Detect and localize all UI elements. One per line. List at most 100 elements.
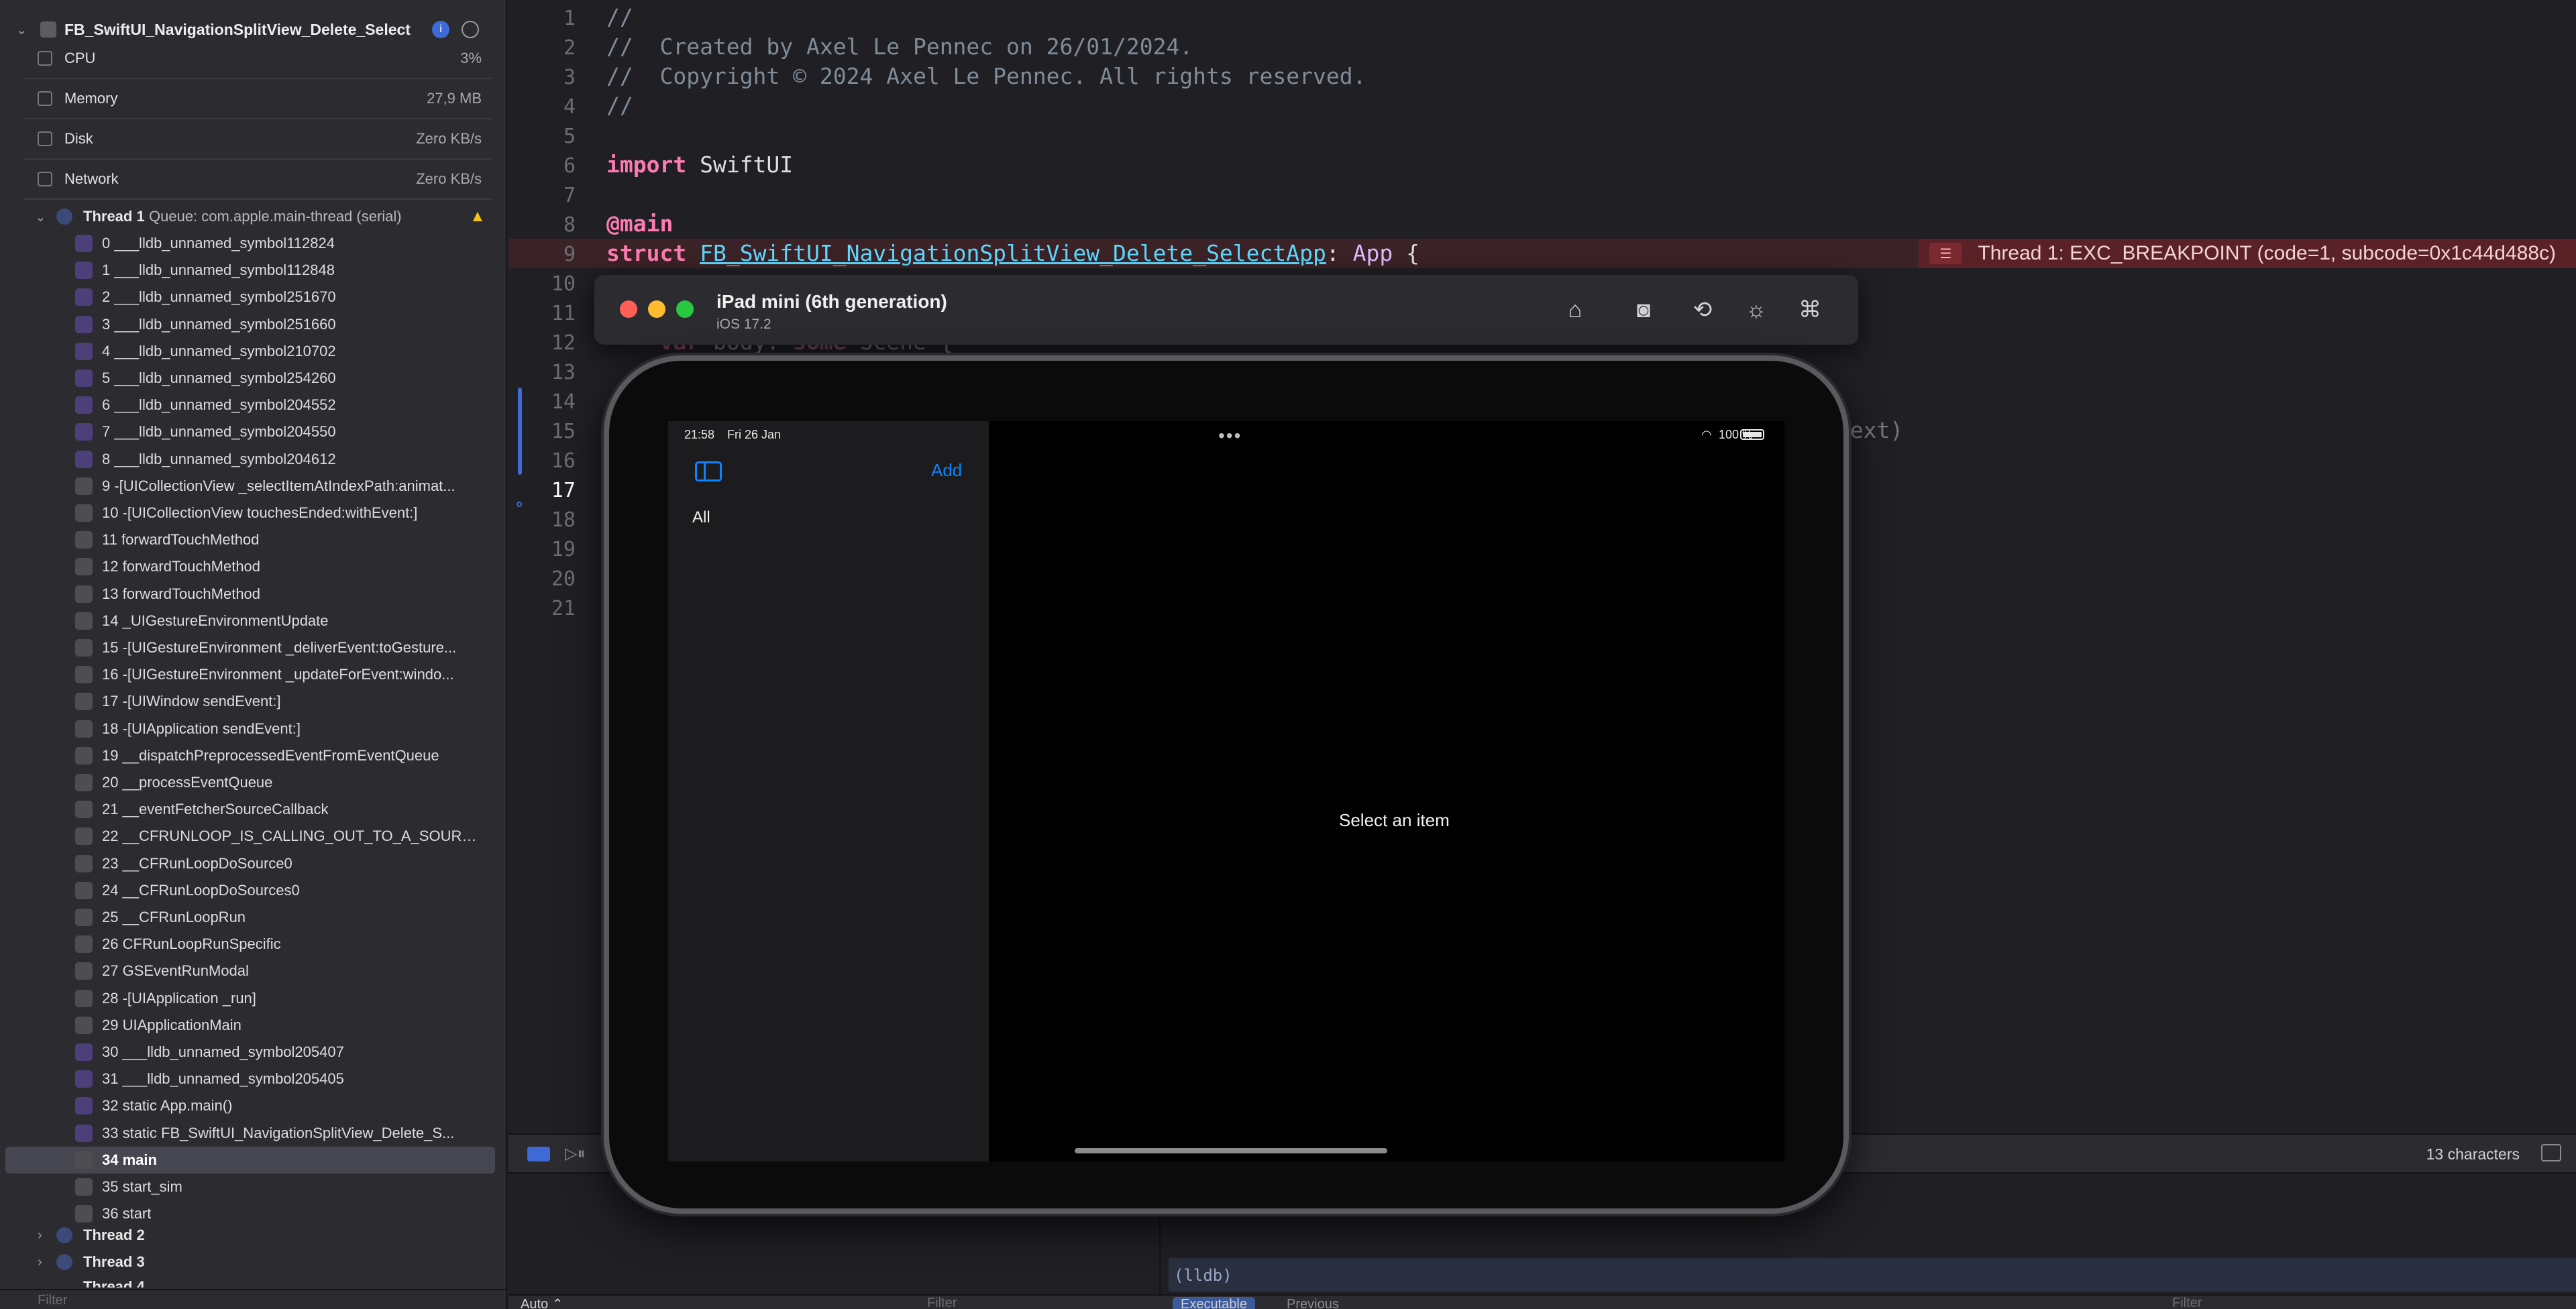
line-number: 14 [551,390,576,414]
stack-frame-row[interactable]: 34 main [5,1147,495,1174]
stack-frame-row[interactable]: 8 ___lldb_unnamed_symbol204612 [0,446,496,473]
stack-frame-row[interactable]: 17 -[UIWindow sendEvent:] [0,688,496,715]
disk-icon [38,131,52,146]
stack-frame-row[interactable]: 16 -[UIGestureEnvironment _updateForEven… [0,661,496,688]
line-number: 19 [551,538,576,561]
tab-executable[interactable]: Executable [1173,1297,1255,1309]
frame-label: 7 ___lldb_unnamed_symbol204550 [102,423,336,440]
stack-frame-row[interactable]: 19 __dispatchPreprocessedEventFromEventQ… [0,742,496,769]
stack-frame-row[interactable]: 15 -[UIGestureEnvironment _deliverEvent:… [0,634,496,661]
code-line: import SwiftUI [606,152,794,178]
gauge-network[interactable]: Network Zero KB/s [0,169,506,189]
stack-frame-row[interactable]: 7 ___lldb_unnamed_symbol204550 [0,418,496,445]
stack-frame-row[interactable]: 31 ___lldb_unnamed_symbol205405 [0,1066,496,1092]
frame-icon [75,531,93,549]
line-number: 21 [551,597,576,620]
stack-frame-row[interactable]: 32 static App.main() [0,1092,496,1119]
panel-layout-icon[interactable] [2541,1144,2561,1161]
gauge-cpu[interactable]: CPU 3% [0,48,506,68]
stack-frame-row[interactable]: 4 ___lldb_unnamed_symbol210702 [0,338,496,365]
stack-frame-row[interactable]: 22 __CFRUNLOOP_IS_CALLING_OUT_TO_A_SOURC… [0,823,496,850]
divider [23,118,492,119]
stack-frame-row[interactable]: 2 ___lldb_unnamed_symbol251670 [0,284,496,310]
stack-frame-row[interactable]: 5 ___lldb_unnamed_symbol254260 [0,365,496,392]
home-icon[interactable]: ⌂ [1560,295,1590,325]
variables-filter[interactable]: Filter [927,1296,957,1309]
stack-frame-row[interactable]: 10 -[UICollectionView touchesEnded:withE… [0,500,496,526]
thread-4-row[interactable]: Thread 4 [0,1274,506,1288]
chevron-down-icon[interactable]: ⌄ [16,21,28,38]
stack-frame-row[interactable]: 27 GSEventRunModal [0,958,496,984]
process-row[interactable]: ⌄ FB_SwiftUI_NavigationSplitView_Delete_… [0,16,506,43]
minimize-button[interactable] [648,300,665,318]
stack-frame-row[interactable]: 13 forwardTouchMethod [0,581,496,608]
stack-frame-row[interactable]: 6 ___lldb_unnamed_symbol204552 [0,392,496,418]
gauge-label: Disk [64,130,93,147]
stack-frame-row[interactable]: 29 UIApplicationMain [0,1012,496,1039]
frame-icon [75,343,93,360]
frame-icon [75,369,93,387]
stack-frame-row[interactable]: 26 CFRunLoopRunSpecific [0,931,496,958]
navigator-filter[interactable]: Filter [38,1293,67,1308]
frame-icon [75,747,93,764]
sidebar-toggle-icon[interactable] [695,461,722,481]
stack-frame-row[interactable]: 12 forwardTouchMethod [0,553,496,580]
thread-1-row[interactable]: ⌄ Thread 1 Queue: com.apple.main-thread … [0,203,506,230]
stack-frame-row[interactable]: 21 __eventFetcherSourceCallback [0,796,496,823]
multitasking-dots-icon[interactable]: ••• [1218,425,1242,447]
stack-frame-row[interactable]: 14 _UIGestureEnvironmentUpdate [0,608,496,634]
frame-label: 17 -[UIWindow sendEvent:] [102,693,281,709]
stack-frame-row[interactable]: 0 ___lldb_unnamed_symbol112824 [0,230,496,257]
stack-frame-row[interactable]: 25 __CFRunLoopRun [0,904,496,931]
stack-frame-row[interactable]: 9 -[UICollectionView _selectItemAtIndexP… [0,473,496,500]
chevron-right-icon[interactable]: › [38,1228,42,1243]
list-item-all[interactable]: All [692,508,710,527]
stack-frame-row[interactable]: 24 __CFRunLoopDoSources0 [0,877,496,904]
frame-label: 1 ___lldb_unnamed_symbol112848 [102,262,335,278]
chevron-down-icon[interactable]: ⌄ [35,209,46,225]
keyboard-icon[interactable]: ⌘ [1795,295,1825,325]
stack-frame-row[interactable]: 33 static FB_SwiftUI_NavigationSplitView… [0,1120,496,1147]
stack-frame-row[interactable]: 3 ___lldb_unnamed_symbol251660 [0,311,496,338]
line-number: 3 [563,66,576,89]
console-filter[interactable]: Filter [2172,1296,2202,1309]
zoom-button[interactable] [676,300,694,318]
stack-frame-row[interactable]: 35 start_sim [0,1174,496,1200]
frame-icon [75,801,93,818]
device-screen[interactable]: 21:58 Fri 26 Jan Add All ••• ◠ 100 % Sel… [668,421,1784,1161]
frame-icon [75,720,93,738]
breakpoints-toggle[interactable] [527,1147,550,1161]
gauge-disk[interactable]: Disk Zero KB/s [0,129,506,149]
gauge-memory[interactable]: Memory 27,9 MB [0,89,506,109]
close-button[interactable] [620,300,637,318]
rotate-icon[interactable]: ⟲ [1688,295,1717,325]
thread-2-row[interactable]: › Thread 2 [0,1222,506,1249]
thread-3-row[interactable]: › Thread 3 [0,1249,506,1275]
stack-frame-row[interactable]: 1 ___lldb_unnamed_symbol112848 [0,257,496,284]
stack-frame-row[interactable]: 20 __processEventQueue [0,769,496,796]
line-number: 8 [563,213,576,237]
appearance-icon[interactable]: ☼ [1741,295,1771,325]
add-button[interactable]: Add [931,460,962,481]
auto-select[interactable]: Auto ⌃ [521,1296,563,1309]
frame-icon [75,1125,93,1142]
thread-label: Thread 4 [83,1278,145,1288]
continue-icon[interactable]: ▷⏸ [565,1144,585,1163]
network-icon [38,172,52,186]
home-indicator[interactable] [1075,1148,1387,1153]
stack-frame-row[interactable]: 11 forwardTouchMethod [0,526,496,553]
info-icon[interactable]: i [432,21,449,38]
error-annotation[interactable]: ☰ Thread 1: EXC_BREAKPOINT (code=1, subc… [1919,239,2576,268]
console-prompt[interactable]: (lldb) [1169,1258,2576,1292]
frame-label: 18 -[UIApplication sendEvent:] [102,720,301,737]
stack-frame-row[interactable]: 23 __CFRunLoopDoSource0 [0,850,496,877]
stack-frame-row[interactable]: 18 -[UIApplication sendEvent:] [0,716,496,742]
tab-previous[interactable]: Previous [1287,1297,1339,1309]
stack-frame-row[interactable]: 28 -[UIApplication _run] [0,985,496,1012]
gauge-options-icon[interactable] [462,21,479,38]
chevron-right-icon[interactable]: › [38,1255,42,1270]
screenshot-icon[interactable]: ◙ [1629,295,1658,325]
line-number: 20 [551,567,576,591]
divider [23,158,492,160]
stack-frame-row[interactable]: 30 ___lldb_unnamed_symbol205407 [0,1039,496,1066]
